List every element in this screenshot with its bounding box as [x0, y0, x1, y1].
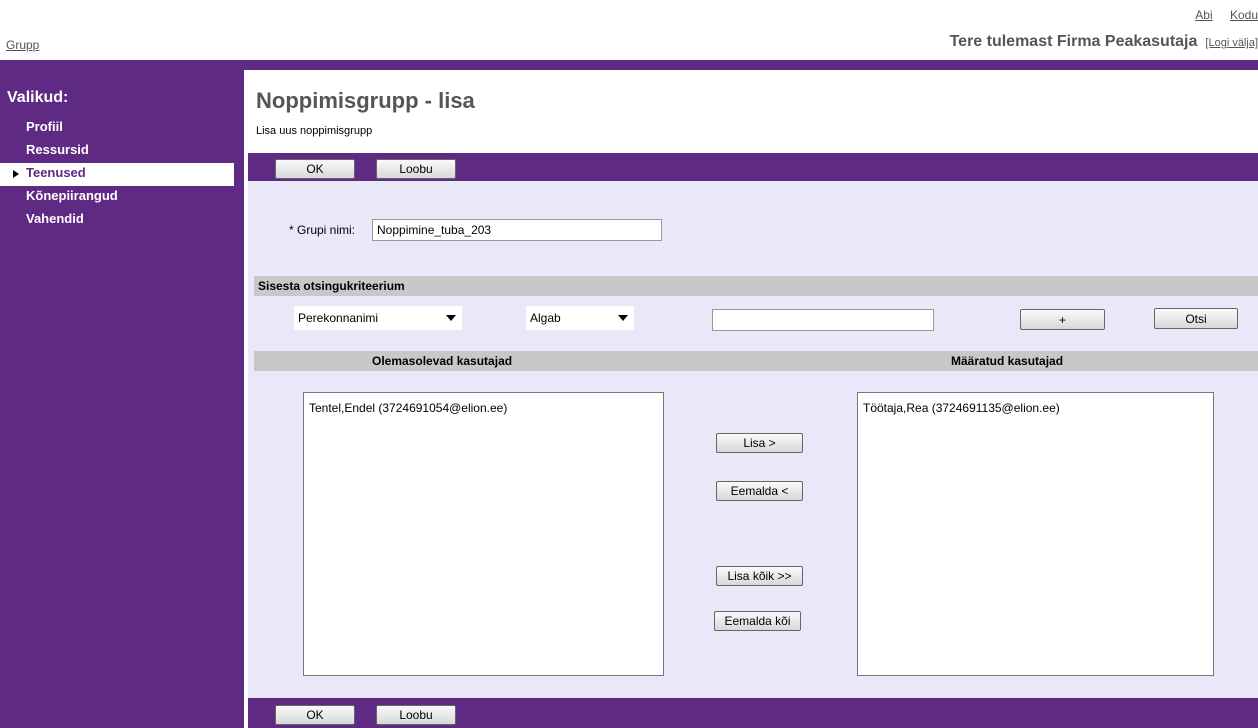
page-subtitle: Lisa uus noppimisgrupp [256, 125, 373, 137]
top-links: Abi Kodu [1181, 8, 1258, 22]
ok-button-top[interactable]: OK [275, 159, 355, 179]
lists-header: Olemasolevad kasutajad Määratud kasutaja… [254, 351, 1258, 371]
assigned-users-header: Määratud kasutajad [951, 354, 1064, 368]
field-select-value: Perekonnanimi [298, 311, 379, 325]
assigned-users-list[interactable]: Töötaja,Rea (3724691135@elion.ee) [857, 392, 1214, 676]
search-input[interactable] [712, 309, 934, 331]
search-button[interactable]: Otsi [1154, 308, 1238, 329]
sidebar-title: Valikud: [7, 89, 69, 106]
breadcrumb: Grupp [6, 38, 39, 52]
cancel-button-bottom[interactable]: Loobu [376, 705, 456, 725]
mode-select-value: Algab [530, 311, 561, 325]
page-title: Noppimisgrupp - lisa [256, 88, 475, 113]
field-select[interactable]: Perekonnanimi [294, 306, 462, 330]
sidebar-item-label: Ressursid [26, 142, 89, 157]
form-content: * Grupi nimi: Sisesta otsingukriteerium … [248, 181, 1258, 698]
sidebar-item-ressursid[interactable]: Ressursid [0, 140, 234, 163]
dropdown-arrow-icon [446, 315, 456, 321]
sidebar-item-konepiirangud[interactable]: Kõnepiirangud [0, 186, 234, 209]
sidebar-item-label: Vahendid [26, 211, 84, 226]
help-link[interactable]: Abi [1195, 8, 1212, 22]
welcome-text: Tere tulemast Firma Peakasutaja [949, 33, 1198, 50]
sidebar: Valikud: Profiil Ressursid Teenused Kõne… [0, 60, 244, 728]
sidebar-menu: Profiil Ressursid Teenused Kõnepiirangud… [0, 117, 234, 232]
add-criteria-button[interactable]: + [1020, 309, 1105, 330]
add-user-button[interactable]: Lisa > [716, 433, 803, 453]
group-name-label: * Grupi nimi: [289, 223, 356, 237]
sidebar-item-teenused[interactable]: Teenused [0, 163, 234, 186]
breadcrumb-grupp-link[interactable]: Grupp [6, 38, 39, 52]
sidebar-item-vahendid[interactable]: Vahendid [0, 209, 234, 232]
sidebar-item-profiil[interactable]: Profiil [0, 117, 234, 140]
logout-link[interactable]: [Logi välja] [1205, 37, 1258, 49]
available-users-list[interactable]: Tentel,Endel (3724691054@elion.ee) [303, 392, 664, 676]
remove-all-users-button[interactable]: Eemalda kõi [714, 611, 801, 631]
remove-user-button[interactable]: Eemalda < [716, 481, 803, 501]
sidebar-item-label: Teenused [26, 165, 86, 180]
main-panel: Noppimisgrupp - lisa Lisa uus noppimisgr… [248, 70, 1258, 728]
dropdown-arrow-icon [618, 315, 628, 321]
welcome-area: Tere tulemast Firma Peakasutaja [Logi vä… [950, 33, 1258, 51]
sidebar-item-label: Profiil [26, 119, 63, 134]
cancel-button-top[interactable]: Loobu [376, 159, 456, 179]
active-arrow-icon [13, 170, 19, 178]
list-item[interactable]: Töötaja,Rea (3724691135@elion.ee) [858, 393, 1213, 415]
sidebar-item-label: Kõnepiirangud [26, 188, 118, 203]
list-item[interactable]: Tentel,Endel (3724691054@elion.ee) [304, 393, 663, 415]
bottom-action-bar: OK Loobu [248, 698, 1258, 728]
mode-select[interactable]: Algab [526, 306, 634, 330]
available-users-header: Olemasolevad kasutajad [372, 354, 513, 368]
top-action-bar: OK Loobu [248, 153, 1258, 181]
group-name-input[interactable] [372, 219, 662, 241]
add-all-users-button[interactable]: Lisa kõik >> [716, 566, 803, 586]
ok-button-bottom[interactable]: OK [275, 705, 355, 725]
home-link[interactable]: Kodu [1230, 8, 1258, 22]
search-criteria-header: Sisesta otsingukriteerium [254, 276, 1258, 296]
